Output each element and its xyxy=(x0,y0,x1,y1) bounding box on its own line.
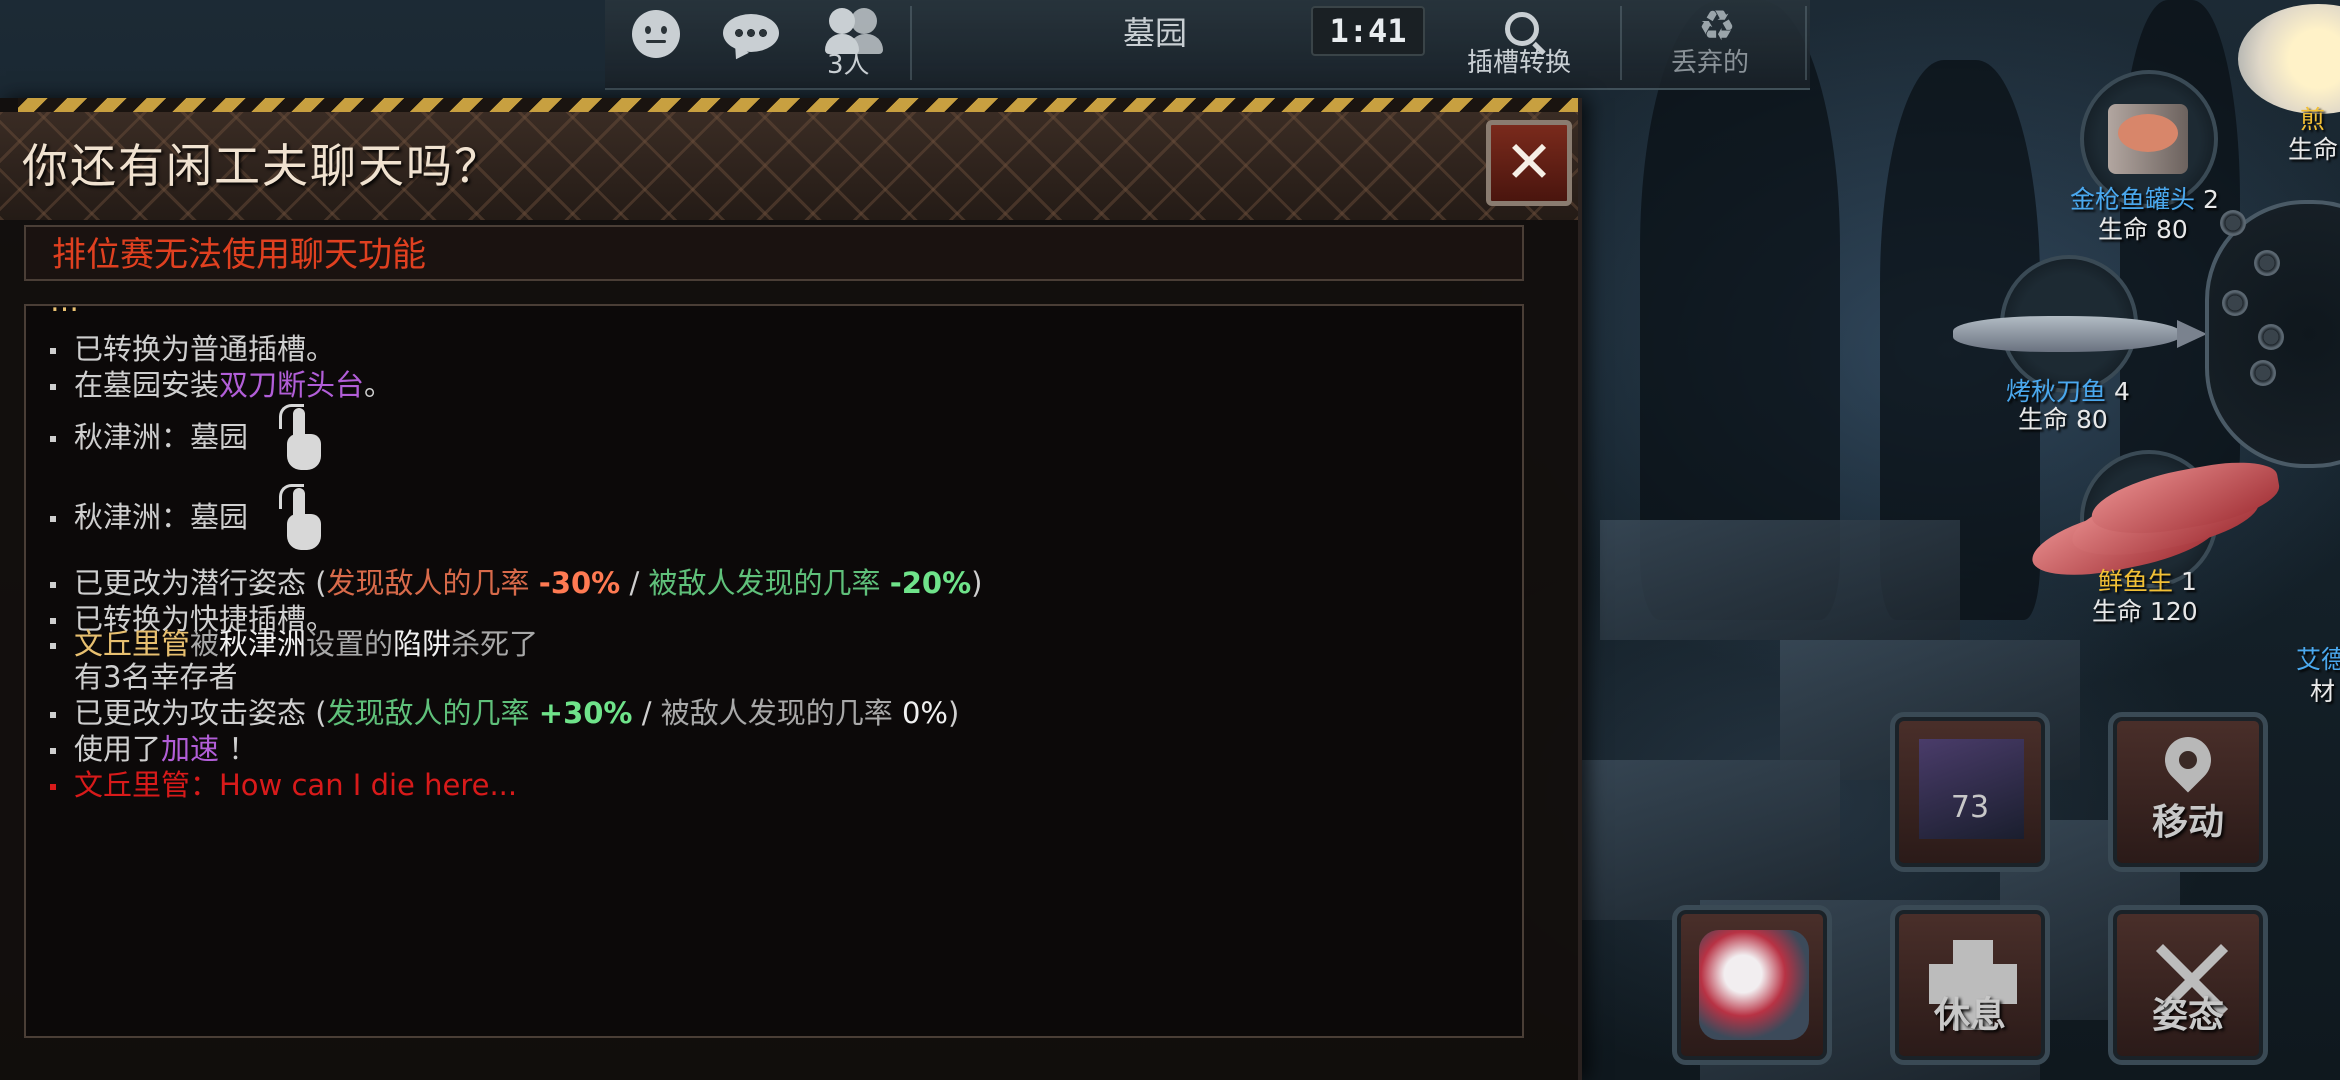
wheel-bolt xyxy=(2250,360,2276,386)
rest-button[interactable]: 休息 xyxy=(1890,905,2050,1065)
grilled-saury-item[interactable] xyxy=(1953,316,2207,352)
emote-icon[interactable] xyxy=(632,10,680,58)
log-line: 秋津洲：墓园 xyxy=(50,484,329,554)
search-icon[interactable] xyxy=(1505,12,1539,46)
slot-switch-button[interactable]: 插槽转换 xyxy=(1467,42,1571,79)
chat-icon[interactable] xyxy=(723,14,779,52)
item-sub: 材 xyxy=(2310,677,2336,706)
hand-wave-icon xyxy=(279,404,329,474)
top-status-bar: 3人 墓园 1:41 插槽转换 ♻ 丢弃的 xyxy=(605,0,1810,90)
location-name: 墓园 xyxy=(1123,14,1188,52)
log-line: 在墓园安装双刀断头台。 xyxy=(50,362,393,404)
log-line: 文丘里管被秋津洲设置的陷阱杀死了 xyxy=(50,630,538,659)
map-pin-icon xyxy=(2155,727,2221,793)
close-button[interactable]: ✕ xyxy=(1486,120,1572,206)
log-line: 文丘里管：How can I die here... xyxy=(50,762,517,804)
trap-name: 双刀断头台 xyxy=(219,368,365,402)
bandage-count: 73 xyxy=(1950,790,1990,825)
item-hp: 生命 xyxy=(2288,135,2339,164)
item-hp: 生命 120 xyxy=(2092,597,2198,626)
ruin-rock xyxy=(1580,760,1840,920)
item-hp: 生命 80 xyxy=(2098,215,2188,244)
hazard-stripe xyxy=(18,98,1578,112)
item-name: 艾德 xyxy=(2296,645,2340,674)
chat-dialog: 你还有闲工夫聊天吗？ ✕ 排位赛无法使用聊天功能 … 已转换为普通插槽。 在墓园… xyxy=(0,98,1582,1080)
hand-wave-icon xyxy=(279,484,329,554)
dialog-header: 你还有闲工夫聊天吗？ ✕ xyxy=(0,112,1578,220)
bandage-item-button[interactable]: 73 xyxy=(1890,712,2050,872)
dialog-title: 你还有闲工夫聊天吗？ xyxy=(22,139,502,193)
ruin-rock xyxy=(1600,520,1960,640)
rest-label: 休息 xyxy=(1933,995,2006,1036)
move-button[interactable]: 移动 xyxy=(2108,712,2268,872)
character-skill-button[interactable] xyxy=(1672,905,1832,1065)
wheel-bolt xyxy=(2222,290,2248,316)
game-log[interactable]: … 已转换为普通插槽。 在墓园安装双刀断头台。 秋津洲：墓园 秋津洲：墓园 已更… xyxy=(24,304,1524,1038)
wheel-bolt xyxy=(2258,324,2284,350)
player-count: 3人 xyxy=(827,50,870,80)
wheel-bolt xyxy=(2220,210,2246,236)
match-timer: 1:41 xyxy=(1311,6,1425,56)
chat-disabled-notice: 排位赛无法使用聊天功能 xyxy=(24,225,1524,281)
item-hp: 生命 80 xyxy=(2018,405,2108,434)
log-line: … xyxy=(50,306,79,318)
stance-label: 姿态 xyxy=(2151,995,2224,1036)
stance-button[interactable]: 姿态 xyxy=(2108,905,2268,1065)
move-label: 移动 xyxy=(2151,802,2224,843)
log-line: 秋津洲：墓园 xyxy=(50,404,329,474)
discard-button[interactable]: 丢弃的 xyxy=(1671,42,1749,79)
wheel-bolt xyxy=(2254,250,2280,276)
